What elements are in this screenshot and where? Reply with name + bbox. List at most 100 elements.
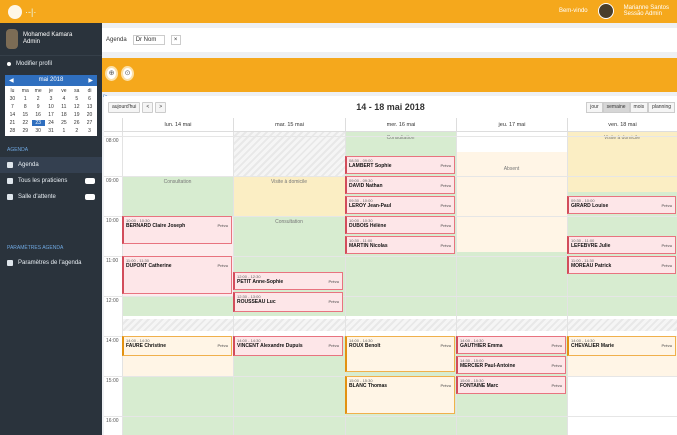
appointment-event[interactable]: 12:30 - 13:00 ROUSSEAU Luc Prévu [233,292,343,312]
prev-month-button[interactable]: ◀ [9,77,14,84]
sidebar-avatar [6,29,18,49]
appointment-event[interactable]: 14:00 - 14:30 CHEVALIER Marie Prévu [567,336,676,356]
app-logo[interactable]: ·-|· [8,4,37,19]
appointment-event[interactable]: 14:00 - 14:30 GAUTHIER Emma Prévu [456,336,566,354]
calendar-day[interactable]: 6 [83,96,96,102]
view-planning-button[interactable]: planning [648,101,675,113]
calendar-day[interactable]: 15 [19,112,32,118]
calendar-day[interactable]: 2 [32,96,45,102]
user-avatar[interactable] [597,3,614,19]
view-week-button[interactable]: semaine [602,101,630,113]
calendar-day[interactable]: 16 [32,112,45,118]
calendar-day[interactable]: 30 [32,128,45,134]
calendar-day[interactable]: 21 [6,120,19,126]
appointment-event[interactable]: 14:30 - 15:00 MERCIER Paul-Antoine Prévu [456,356,566,374]
appointment-event[interactable]: 09:30 - 10:00 GIRARD Louise Prévu [567,196,676,214]
next-month-button[interactable]: ▶ [88,77,93,84]
appointment-event[interactable]: 10:30 - 11:00 LEFEBVRE Julie Prévu [567,236,676,254]
appointment-event[interactable]: 11:00 - 11:30 MOREAU Patrick Prévu [567,256,676,274]
agenda-select[interactable]: Dr Nom [132,35,165,45]
appointment-event[interactable]: 10:00 - 10:30 BERNARD Claire Joseph Prévu [122,216,232,244]
clear-icon[interactable]: × [170,35,181,45]
event-status: Prévu [440,223,451,228]
sidebar-item-waiting-room[interactable]: Salle d'attente [0,189,102,205]
calendar-day[interactable]: 14 [6,112,19,118]
event-status: Prévu [440,203,451,208]
calendar-day[interactable]: 9 [32,104,45,110]
sidebar-item-practitioners[interactable]: Tous les praticiens [0,173,102,189]
consultation-block[interactable]: Consultation [122,176,233,216]
appointment-event[interactable]: 08:30 - 09:00 LAMBERT Sophie Prévu [345,156,455,174]
appointment-event[interactable]: 12:00 - 12:30 PETIT Anne-Sophie Prévu [233,272,343,290]
calendar-day[interactable]: 11 [57,104,70,110]
action-bar: ⊕ ⊙ [102,58,677,92]
calendar-day[interactable]: 13 [83,104,96,110]
calendar-day[interactable]: 26 [70,120,83,126]
calendar-day[interactable]: 23 [31,120,45,126]
add-appointment-button[interactable]: ⊕ [105,66,118,81]
appointment-event[interactable]: 11:00 - 11:30 DUPONT Catherine Prévu [122,256,232,294]
search-button[interactable]: ⊙ [121,66,134,81]
calendar-day[interactable]: 3 [45,96,58,102]
brand-text: ·-|· [25,6,37,17]
calendar-day[interactable]: 17 [45,112,58,118]
appointment-event[interactable]: 09:30 - 10:00 LEROY Jean-Paul Prévu [345,196,455,214]
event-status: Prévu [661,203,672,208]
view-month-button[interactable]: mois [629,101,649,113]
calendar-day[interactable]: 10 [45,104,58,110]
appointment-event[interactable]: 14:00 - 14:30 FAURE Christine Prévu [122,336,232,356]
day-header: lun. 14 mai [122,118,233,132]
calendar-day[interactable]: 27 [83,120,96,126]
calendar-day[interactable]: 3 [83,128,96,134]
appointment-event[interactable]: 09:00 - 09:30 DAVID Nathan Prévu [345,176,455,194]
appointment-event[interactable]: 14:00 - 14:30 ROUX Benoît Prévu [345,336,455,372]
event-patient: MOREAU Patrick [571,263,612,269]
day-header: mer. 16 mai [345,118,456,132]
calendar-day[interactable]: 7 [6,104,19,110]
user-menu[interactable]: Marianne Santos Sessão Admin [624,5,669,17]
calendar-day[interactable]: 19 [70,112,83,118]
sidebar-item-profile[interactable]: Modifier profil [0,56,102,72]
calendar-day[interactable]: 12 [70,104,83,110]
appointment-event[interactable]: 10:00 - 10:30 DUBOIS Hélène Prévu [345,216,455,234]
sidebar: Mohamed Kamara Admin Modifier profil ◀ m… [0,23,102,435]
time-label: 09:00 [106,178,119,184]
event-patient: DAVID Nathan [349,183,383,189]
appointment-event[interactable]: 15:00 - 15:30 BLANC Thomas Prévu [345,376,455,414]
weekday-label: di [87,88,92,94]
weekday-label: lu [10,88,15,94]
calendar-day[interactable]: 1 [57,128,70,134]
calendar-day[interactable]: 24 [45,120,58,126]
event-status: Prévu [440,243,451,248]
agenda-select-value: Dr Nom [135,37,157,43]
event-status: Prévu [661,343,672,348]
calendar-day[interactable]: 31 [45,128,58,134]
toggle-switch[interactable] [85,178,95,184]
sidebar-item-agenda-settings[interactable]: Paramètres de l'agenda [0,255,102,271]
event-patient: LEFEBVRE Julie [571,243,611,249]
view-day-button[interactable]: jour [586,101,603,113]
event-status: Prévu [217,263,228,268]
calendar-day[interactable]: 30 [6,96,19,102]
appointment-event[interactable]: 14:00 - 14:30 VINCENT Alexandre Dupuis Pré… [233,336,343,356]
calendar-day[interactable]: 29 [19,128,32,134]
calendar-day[interactable]: 2 [70,128,83,134]
calendar-day[interactable]: 4 [57,96,70,102]
calendar-day[interactable]: 20 [83,112,96,118]
calendar-day[interactable]: 1 [19,96,32,102]
toggle-switch[interactable] [85,194,95,200]
absent-block[interactable]: Visite à domicile [233,176,345,216]
sidebar-item-agenda[interactable]: Agenda [0,157,102,173]
appointment-event[interactable]: 10:30 - 11:00 MARTIN Nicolas Prévu [345,236,455,254]
calendar-day[interactable]: 18 [57,112,70,118]
appointment-event[interactable]: 15:00 - 15:30 FONTAINE Marc Prévu [456,376,566,394]
calendar-day[interactable]: 5 [70,96,83,102]
calendar-day[interactable]: 22 [19,120,32,126]
calendar-day[interactable]: 28 [6,128,19,134]
agenda-label: Agenda [106,37,127,43]
calendar-day[interactable]: 25 [57,120,70,126]
sidebar-item-label: Agenda [18,162,39,168]
calendar-toolbar: aujourd'hui < > 14 - 18 mai 2018 jour se… [104,96,677,118]
event-patient: ROUSSEAU Luc [237,299,276,305]
calendar-day[interactable]: 8 [19,104,32,110]
